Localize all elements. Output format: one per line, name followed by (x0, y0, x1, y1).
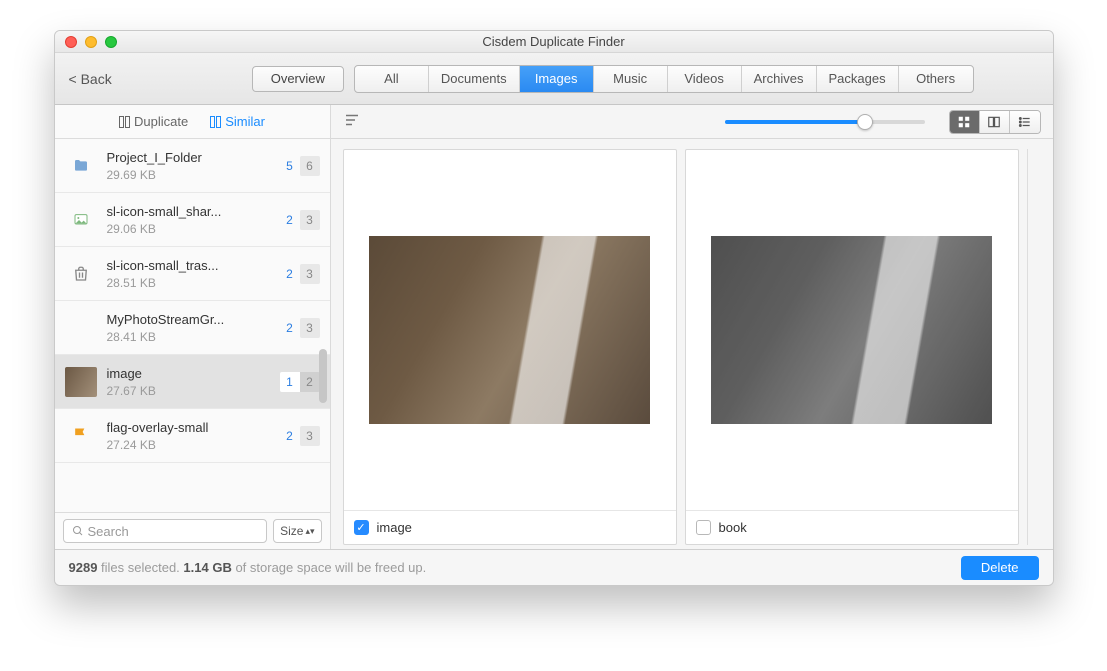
image-icon (65, 204, 97, 236)
tab-music[interactable]: Music (594, 66, 668, 92)
preview-area: ✓ image book (331, 139, 1053, 549)
item-size: 28.41 KB (107, 330, 270, 344)
preview-label-left: image (377, 520, 412, 535)
scrollbar-thumb[interactable] (319, 349, 327, 403)
total-count-badge: 3 (300, 426, 320, 446)
tab-documents[interactable]: Documents (429, 66, 520, 92)
list-item[interactable]: Project_I_Folder 29.69 KB 56 (55, 139, 330, 193)
tab-archives[interactable]: Archives (742, 66, 817, 92)
selected-count-badge: 2 (280, 426, 300, 446)
item-name: image (107, 366, 247, 381)
status-bar: 9289 files selected. 1.14 GB of storage … (55, 549, 1053, 585)
search-placeholder: Search (88, 524, 129, 539)
total-count-badge: 3 (300, 264, 320, 284)
status-text2: of storage space will be freed up. (232, 560, 426, 575)
view-columns-button[interactable] (980, 111, 1010, 133)
folder-icon (65, 150, 97, 182)
tab-all[interactable]: All (355, 66, 429, 92)
item-size: 29.69 KB (107, 168, 270, 182)
tab-videos[interactable]: Videos (668, 66, 742, 92)
list-item[interactable]: flag-overlay-small 27.24 KB 23 (55, 409, 330, 463)
list-item[interactable]: MyPhotoStreamGr... 28.41 KB 23 (55, 301, 330, 355)
toolbar: < Back Overview AllDocumentsImagesMusicV… (55, 53, 1053, 105)
tab-similar[interactable]: Similar (210, 114, 265, 129)
item-size: 28.51 KB (107, 276, 270, 290)
view-mode-segment (949, 110, 1041, 134)
chevron-updown-icon: ▴▾ (305, 528, 314, 535)
item-size: 29.06 KB (107, 222, 270, 236)
select-checkbox-left[interactable]: ✓ (354, 520, 369, 535)
similar-icon (210, 116, 221, 128)
overview-button[interactable]: Overview (252, 66, 344, 92)
close-icon[interactable] (65, 36, 77, 48)
blank-icon (65, 312, 97, 344)
item-name: Project_I_Folder (107, 150, 247, 165)
sidebar-mode-tabs: Duplicate Similar (55, 105, 330, 139)
selected-count: 9289 (69, 560, 98, 575)
total-count-badge: 3 (300, 318, 320, 338)
trash-icon (65, 258, 97, 290)
sort-button[interactable] (343, 111, 361, 132)
list-item[interactable]: sl-icon-small_tras... 28.51 KB 23 (55, 247, 330, 301)
tab-packages[interactable]: Packages (817, 66, 899, 92)
list-item[interactable]: sl-icon-small_shar... 29.06 KB 23 (55, 193, 330, 247)
photo-icon (65, 366, 97, 398)
duplicate-icon (119, 116, 130, 128)
view-grid-button[interactable] (950, 111, 980, 133)
selected-count-badge: 2 (280, 318, 300, 338)
preview-label-right: book (719, 520, 747, 535)
preview-card-left[interactable]: ✓ image (343, 149, 677, 545)
delete-button[interactable]: Delete (961, 556, 1039, 580)
tab-duplicate-label: Duplicate (134, 114, 188, 129)
minimize-icon[interactable] (85, 36, 97, 48)
selected-count-badge: 5 (280, 156, 300, 176)
category-tabs: AllDocumentsImagesMusicVideosArchivesPac… (354, 65, 974, 93)
item-name: MyPhotoStreamGr... (107, 312, 247, 327)
main-panel: ✓ image book (331, 105, 1053, 549)
total-count-badge: 2 (300, 372, 320, 392)
sidebar-footer: Search Size ▴▾ (55, 512, 330, 549)
zoom-icon[interactable] (105, 36, 117, 48)
app-window: Cisdem Duplicate Finder < Back Overview … (54, 30, 1054, 586)
selected-count-badge: 1 (280, 372, 300, 392)
search-icon (72, 525, 84, 537)
group-list: Project_I_Folder 29.69 KB 56 sl-icon-small_… (55, 139, 330, 512)
total-count-badge: 6 (300, 156, 320, 176)
item-name: sl-icon-small_shar... (107, 204, 247, 219)
image-thumbnail (711, 236, 992, 423)
status-text1: files selected. (97, 560, 183, 575)
tab-others[interactable]: Others (899, 66, 973, 92)
sort-size-button[interactable]: Size ▴▾ (273, 519, 321, 543)
item-name: sl-icon-small_tras... (107, 258, 247, 273)
thumbnail-size-slider[interactable] (725, 120, 925, 124)
selected-count-badge: 2 (280, 210, 300, 230)
preview-toolbar (331, 105, 1053, 139)
back-button[interactable]: < Back (69, 71, 112, 87)
item-name: flag-overlay-small (107, 420, 247, 435)
preview-scrollbar[interactable] (1027, 149, 1041, 545)
window-title: Cisdem Duplicate Finder (55, 34, 1053, 49)
view-list-button[interactable] (1010, 111, 1040, 133)
item-size: 27.24 KB (107, 438, 270, 452)
preview-card-right[interactable]: book (685, 149, 1019, 545)
search-input[interactable]: Search (63, 519, 268, 543)
selected-count-badge: 2 (280, 264, 300, 284)
total-count-badge: 3 (300, 210, 320, 230)
image-thumbnail (369, 236, 650, 423)
freed-size: 1.14 GB (183, 560, 231, 575)
item-size: 27.67 KB (107, 384, 270, 398)
tab-images[interactable]: Images (520, 66, 594, 92)
list-item[interactable]: image 27.67 KB 12 (55, 355, 330, 409)
flag-icon (65, 420, 97, 452)
tab-similar-label: Similar (225, 114, 265, 129)
sidebar: Duplicate Similar Project_I_Folder 29.69 … (55, 105, 331, 549)
titlebar: Cisdem Duplicate Finder (55, 31, 1053, 53)
slider-thumb[interactable] (857, 114, 873, 130)
select-checkbox-right[interactable] (696, 520, 711, 535)
tab-duplicate[interactable]: Duplicate (119, 114, 188, 129)
sort-size-label: Size (280, 524, 303, 538)
